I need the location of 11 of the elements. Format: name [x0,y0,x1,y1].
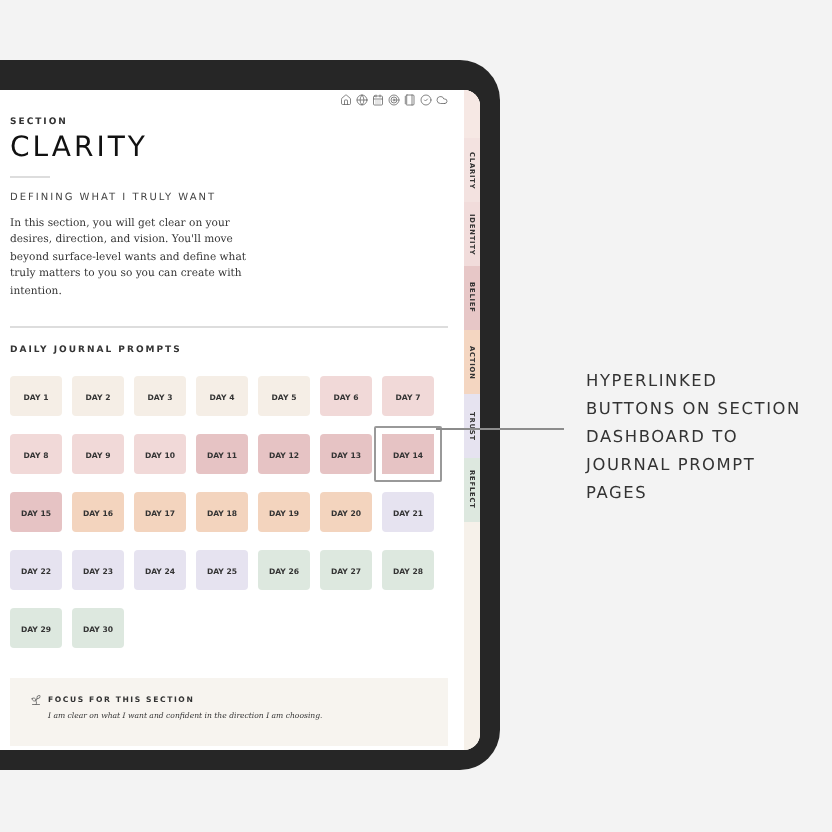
globe-icon[interactable] [356,94,368,106]
home-icon[interactable] [340,94,352,106]
calendar-icon[interactable] [372,94,384,106]
check-circle-icon[interactable] [420,94,432,106]
sprout-icon [30,694,42,707]
section-title: CLARITY [10,132,150,164]
cloud-icon[interactable] [436,94,448,106]
annotation-text: HYPERLINKED BUTTONS ON SECTION DASHBOARD TO JOURNAL PROMPT PAGES [586,368,803,506]
target-icon[interactable] [388,94,400,106]
leader-line [436,428,564,430]
notebook-icon[interactable] [404,94,416,106]
